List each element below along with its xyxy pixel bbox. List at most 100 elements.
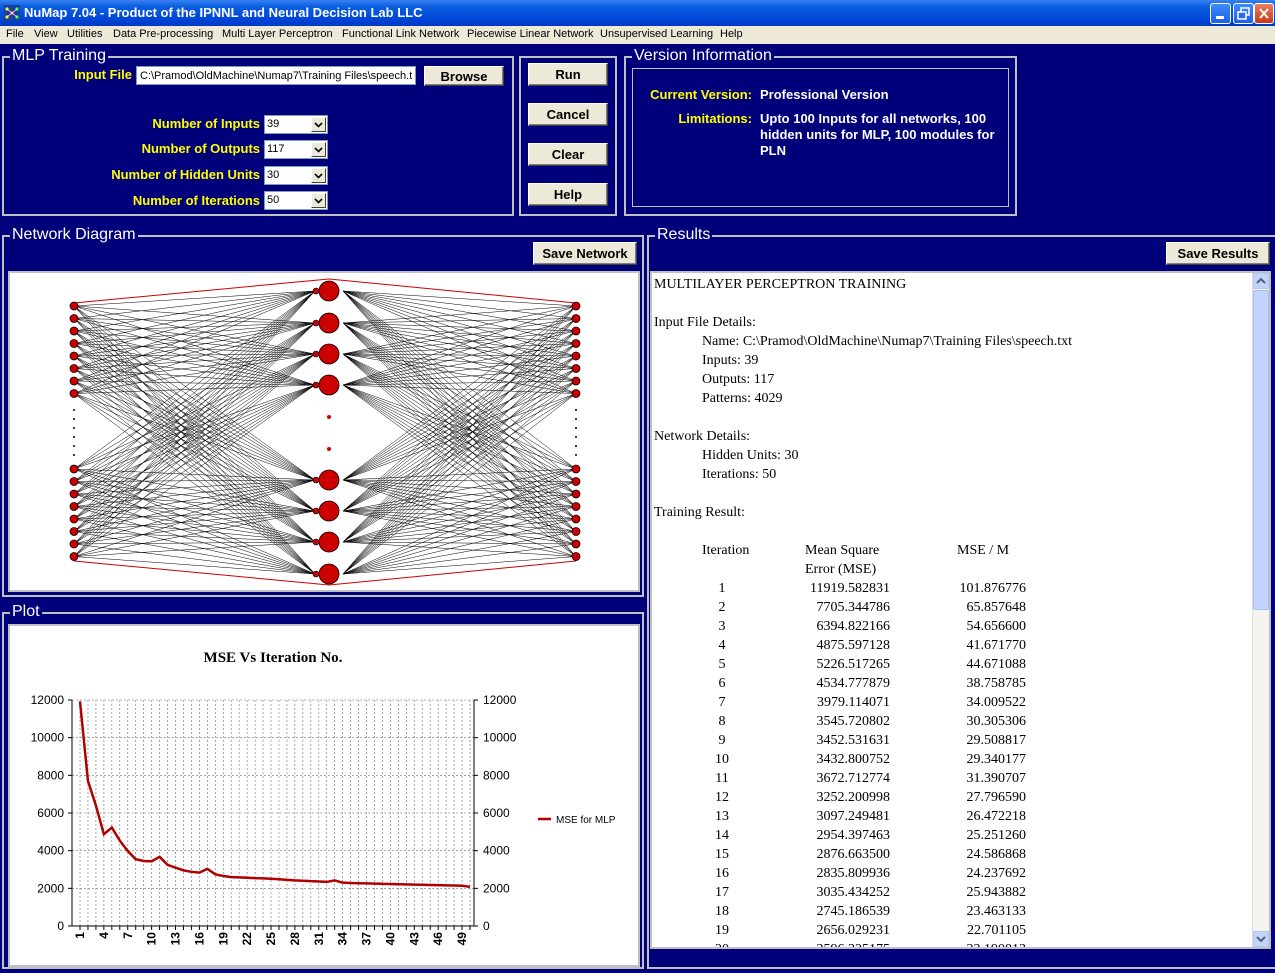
- chevron-down-icon[interactable]: [311, 117, 326, 132]
- input-node: [69, 464, 79, 474]
- table-cell-mse-m: 31.390707: [966, 771, 1027, 786]
- table-cell-mse: 4534.777879: [816, 676, 891, 691]
- hidden-units-line: Hidden Units: 30: [702, 448, 799, 463]
- plot-canvas: MSE Vs Iteration No. 0 0 2000 2000 4000 4000 60…: [8, 624, 640, 967]
- ellipsis-dot: [73, 427, 75, 429]
- table-cell-mse: 7705.344786: [816, 600, 891, 615]
- ellipsis-dot: [575, 409, 577, 411]
- table-cell-mse-m: 101.876776: [959, 581, 1027, 596]
- hidden-node: [318, 343, 340, 365]
- menu-multi-layer-perceptron[interactable]: Multi Layer Perceptron: [222, 28, 333, 40]
- minimize-button[interactable]: [1210, 3, 1231, 24]
- save-results-button[interactable]: Save Results: [1166, 242, 1270, 265]
- results-text-area[interactable]: MULTILAYER PERCEPTRON TRAINING Input Fil…: [650, 271, 1271, 949]
- maximize-button[interactable]: [1233, 3, 1254, 24]
- output-node: [571, 514, 581, 524]
- table-cell-mse-m: 25.943882: [966, 885, 1027, 900]
- browse-button[interactable]: Browse: [424, 66, 504, 86]
- training-result-label: Training Result:: [654, 505, 745, 520]
- current-version-label: Current Version:: [650, 87, 752, 102]
- inputs-line: Inputs: 39: [702, 353, 759, 368]
- help-button[interactable]: Help: [528, 183, 608, 206]
- menu-view[interactable]: View: [34, 28, 58, 40]
- scroll-down-icon: [1256, 936, 1266, 943]
- number-of-hidden-units-select[interactable]: 30: [264, 166, 328, 185]
- chevron-down-icon[interactable]: [311, 193, 326, 208]
- y-tick-label-right: 10000: [483, 731, 517, 745]
- network-details-label: Network Details:: [654, 429, 751, 444]
- table-cell-mse-m: 34.009522: [966, 695, 1027, 710]
- table-cell-iteration: 12: [715, 790, 729, 805]
- outputs-line: Outputs: 117: [702, 372, 775, 387]
- number-of-outputs-label: Number of Outputs: [141, 141, 260, 156]
- menu-piecewise-linear-network[interactable]: Piecewise Linear Network: [467, 28, 594, 40]
- chevron-down-icon[interactable]: [311, 168, 326, 183]
- output-node: [571, 351, 581, 361]
- table-cell-mse: 2596.325175: [792, 940, 891, 947]
- input-node: [69, 477, 79, 486]
- x-tick-label: 13: [169, 932, 183, 946]
- menu-file[interactable]: File: [6, 28, 24, 40]
- table-cell-mse-m: 41.671770: [966, 638, 1027, 653]
- x-tick-label: 1: [73, 932, 87, 939]
- menu-help[interactable]: Help: [720, 28, 743, 40]
- menu-unsupervised-learning[interactable]: Unsupervised Learning: [600, 28, 713, 40]
- table-cell-mse: 5226.517265: [816, 657, 891, 672]
- run-button[interactable]: Run: [528, 63, 608, 86]
- cancel-button[interactable]: Cancel: [528, 103, 608, 126]
- hidden-bias-node: [312, 570, 320, 578]
- hidden-bias-node: [312, 476, 320, 484]
- column-mse-header-1: Mean Square: [805, 543, 880, 558]
- number-of-inputs-select[interactable]: 39: [264, 115, 328, 134]
- table-cell-mse: 2876.663500: [816, 847, 891, 862]
- number-of-hidden-units-value: 30: [267, 169, 280, 181]
- input-node: [69, 539, 79, 549]
- menu-data-preprocessing[interactable]: Data Pre-processing: [113, 28, 213, 40]
- table-cell-iteration: 5: [718, 657, 726, 672]
- input-file-field[interactable]: [136, 66, 416, 85]
- results-scrollbar[interactable]: [1252, 273, 1269, 947]
- table-cell-mse: 3252.200998: [816, 790, 891, 805]
- x-tick-label: 19: [216, 932, 230, 946]
- scroll-down-button[interactable]: [1253, 931, 1269, 947]
- clear-button[interactable]: Clear: [528, 143, 608, 166]
- hidden-node: [318, 469, 340, 491]
- title-bar: NuMap 7.04 - Product of the IPNNL and Ne…: [0, 0, 1275, 26]
- chevron-down-icon[interactable]: [311, 142, 326, 157]
- mlp-training-title: MLP Training: [10, 47, 108, 65]
- number-of-iterations-select[interactable]: 50: [264, 191, 328, 210]
- table-cell-iteration: 3: [718, 619, 726, 634]
- ellipsis-dot: [327, 415, 331, 419]
- number-of-iterations-value: 50: [267, 194, 280, 206]
- limitations-line-2: hidden units for MLP, 100 modules for: [760, 127, 995, 142]
- number-of-outputs-select[interactable]: 117: [264, 140, 328, 159]
- menu-functional-link-network[interactable]: Functional Link Network: [342, 28, 459, 40]
- table-cell-iteration: 9: [718, 733, 726, 748]
- y-tick-label-left: 10000: [31, 731, 65, 745]
- number-of-inputs-value: 39: [267, 118, 280, 130]
- input-node: [69, 514, 79, 524]
- y-tick-label-right: 2000: [483, 881, 510, 895]
- input-node: [69, 314, 79, 323]
- x-tick-label: 43: [407, 932, 421, 946]
- hidden-bias-node: [312, 381, 320, 389]
- close-button[interactable]: [1254, 3, 1274, 24]
- x-tick-label: 34: [336, 932, 350, 946]
- table-cell-iteration: 8: [718, 714, 726, 729]
- table-cell-mse-m: 65.857648: [966, 600, 1027, 615]
- hidden-bias-node: [312, 350, 320, 358]
- menu-utilities[interactable]: Utilities: [67, 28, 102, 40]
- input-node: [69, 301, 79, 311]
- input-file-name-line: Name: C:\Pramod\OldMachine\Numap7\Traini…: [702, 334, 1073, 349]
- table-cell-iteration: 1: [718, 581, 726, 596]
- scroll-thumb[interactable]: [1253, 290, 1269, 610]
- table-cell-mse: 4875.597128: [816, 638, 891, 653]
- table-cell-mse: 3979.114071: [817, 695, 890, 710]
- number-of-outputs-value: 117: [267, 143, 285, 155]
- ellipsis-dot: [575, 436, 577, 438]
- table-cell-mse-m: 24.237692: [966, 866, 1027, 881]
- save-network-button[interactable]: Save Network: [533, 242, 637, 265]
- results-heading: MULTILAYER PERCEPTRON TRAINING: [654, 277, 907, 292]
- scroll-up-button[interactable]: [1253, 273, 1269, 289]
- results-title: Results: [655, 226, 713, 244]
